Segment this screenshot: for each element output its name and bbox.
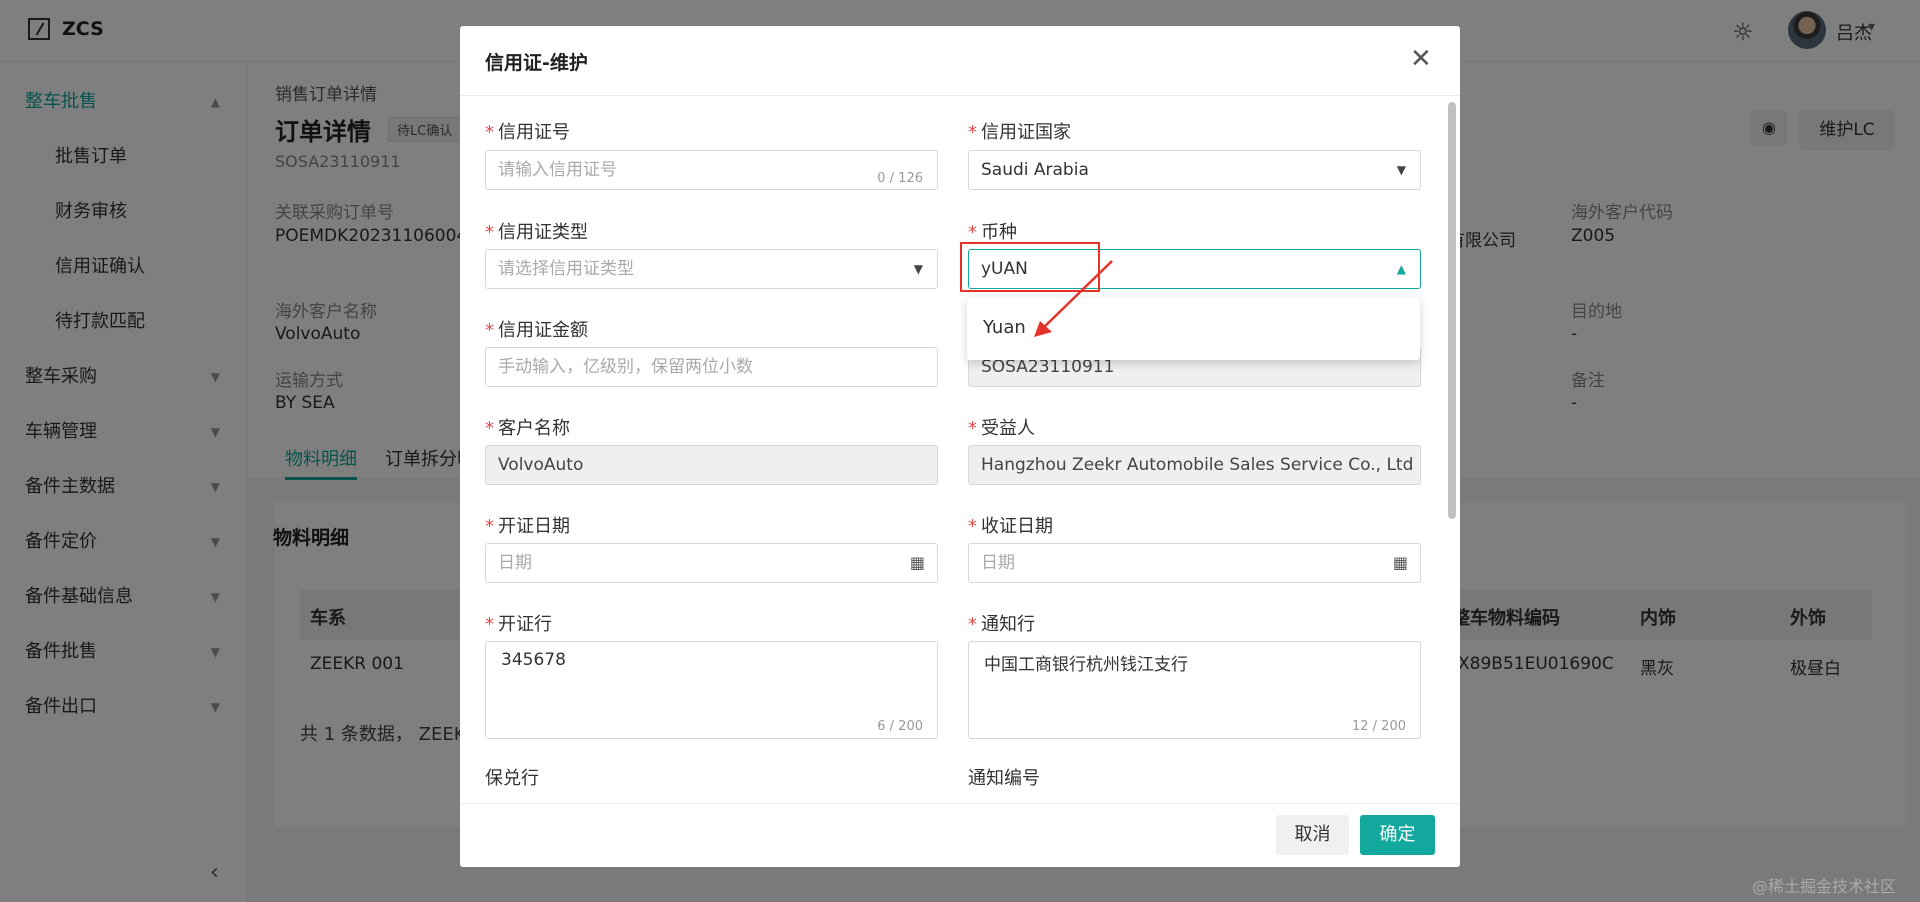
beneficiary-label: * 受益人 [968,418,1035,439]
lc-amount-input[interactable]: 手动输入，亿级别，保留两位小数 [485,347,938,387]
receive-date-label: * 收证日期 [968,516,1053,537]
issuing-bank-textarea[interactable]: 345678 6 / 200 [485,641,938,739]
caret-up-icon: ▲ [1396,262,1406,276]
issue-date-label: * 开证日期 [485,516,570,537]
customer-name-label: * 客户名称 [485,418,570,439]
calendar-icon: ▦ [1392,553,1408,572]
char-count: 0 / 126 [877,171,923,186]
issue-date-picker[interactable]: 日期 ▦ [485,543,938,583]
caret-down-icon: ▼ [913,262,923,276]
annotation-arrow [1034,260,1113,337]
char-count: 12 / 200 [1352,719,1406,734]
cancel-button[interactable]: 取消 [1276,815,1349,855]
divider [460,803,1460,804]
advising-bank-label: * 通知行 [968,614,1035,635]
notice-number-label: 通知编号 [968,768,1040,789]
confirm-button[interactable]: 确定 [1360,815,1435,855]
lc-number-input[interactable]: 请输入信用证号 0 / 126 [485,150,938,190]
lc-country-label: * 信用证国家 [968,122,1071,143]
lc-number-label: * 信用证号 [485,122,570,143]
close-icon[interactable]: ✕ [1410,44,1432,74]
receive-date-picker[interactable]: 日期 ▦ [968,543,1421,583]
char-count: 6 / 200 [877,719,923,734]
lc-type-select[interactable]: 请选择信用证类型 ▼ [485,249,938,289]
lc-maintain-dialog: 信用证-维护 ✕ * 信用证号 请输入信用证号 0 / 126 * 信用证国家 Sau… [460,26,1460,867]
customer-name-field: VolvoAuto [485,445,938,485]
caret-down-icon: ▼ [1396,163,1406,177]
lc-amount-label: * 信用证金额 [485,320,588,341]
dialog-title: 信用证-维护 [485,52,588,74]
beneficiary-field: Hangzhou Zeekr Automobile Sales Service … [968,445,1421,485]
lc-type-label: * 信用证类型 [485,222,588,243]
lc-country-select[interactable]: Saudi Arabia ▼ [968,150,1421,190]
currency-label: * 币种 [968,222,1017,243]
advising-bank-textarea[interactable]: 中国工商银行杭州钱江支行 12 / 200 [968,641,1421,739]
dialog-scrollbar[interactable] [1448,102,1456,519]
watermark: @稀土掘金技术社区 [1752,877,1897,896]
divider [460,95,1460,96]
issuing-bank-label: * 开证行 [485,614,552,635]
calendar-icon: ▦ [909,553,925,572]
confirming-bank-label: 保兑行 [485,768,539,789]
